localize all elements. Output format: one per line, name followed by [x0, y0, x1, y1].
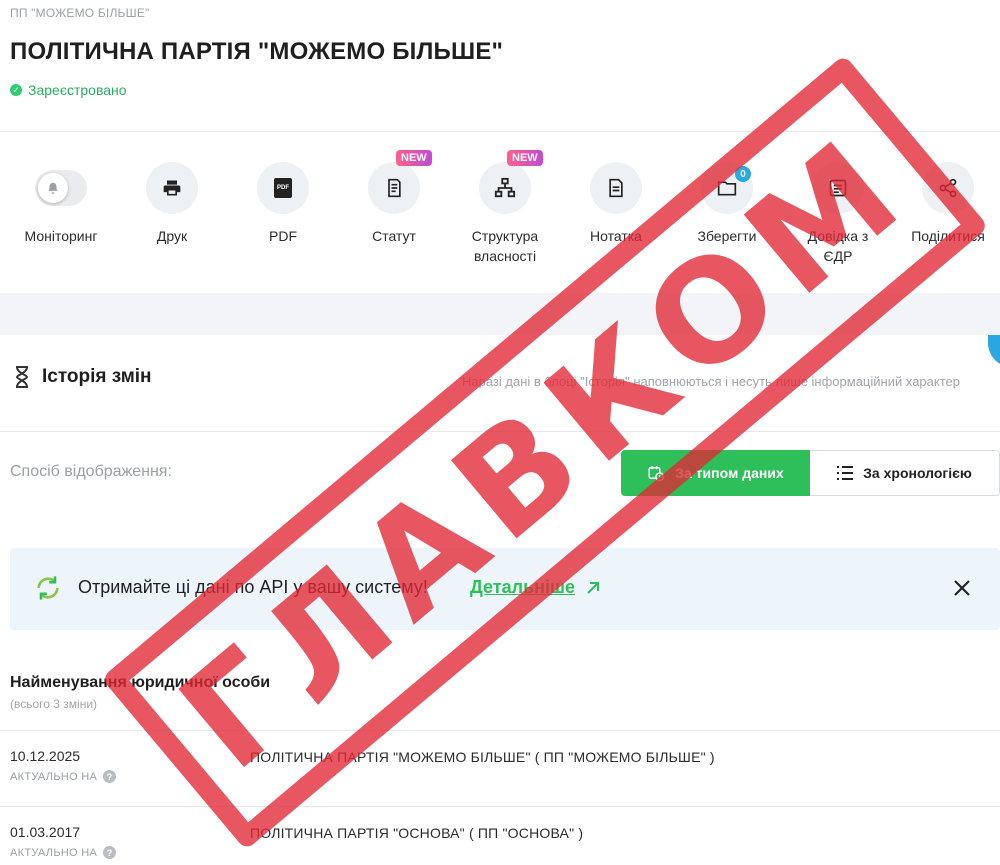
- calendar-clock-icon: [648, 466, 665, 482]
- page-title: ПОЛІТИЧНА ПАРТІЯ "МОЖЕМО БІЛЬШЕ": [10, 38, 504, 65]
- display-mode-switch: За типом даних За хронологією: [621, 450, 1000, 496]
- bell-icon: [38, 173, 68, 203]
- actual-on-label: АКТУАЛЬНО НА: [10, 770, 98, 783]
- action-label: Нотатка: [590, 228, 642, 244]
- save-button[interactable]: 0 Зберегти: [672, 162, 782, 246]
- share-button[interactable]: Поділитися: [893, 162, 1000, 246]
- pdf-icon: PDF: [257, 162, 309, 214]
- actual-on-label: АКТУАЛЬНО НА: [10, 846, 98, 859]
- pdf-button[interactable]: PDF PDF: [228, 162, 338, 246]
- monitoring-switch[interactable]: [35, 170, 87, 206]
- note-icon: [590, 162, 642, 214]
- new-badge: NEW: [507, 150, 543, 166]
- by-chronology-label: За хронологією: [863, 465, 972, 481]
- action-label: Поділитися: [911, 228, 985, 244]
- history-heading: Історія змін: [14, 366, 152, 388]
- print-button[interactable]: Друк: [117, 162, 227, 246]
- share-icon: [922, 162, 974, 214]
- row-meta: АКТУАЛЬНО НА ?: [10, 770, 117, 783]
- certificate-icon: [812, 162, 864, 214]
- help-widget-edge[interactable]: [988, 335, 1000, 367]
- section-separator: [0, 293, 1000, 335]
- help-icon[interactable]: ?: [103, 770, 117, 783]
- action-label: Довідка з ЄДР: [807, 228, 869, 264]
- by-data-type-label: За типом даних: [675, 465, 784, 481]
- divider: [0, 131, 1000, 132]
- divider: [0, 730, 1000, 731]
- api-details-label: Детальніше: [470, 577, 576, 597]
- check-circle-icon: ✓: [10, 84, 22, 96]
- action-label: Статут: [372, 228, 416, 244]
- list-icon: [837, 466, 854, 480]
- action-label: Зберегти: [697, 228, 757, 244]
- arrow-up-right-icon: [587, 581, 600, 594]
- history-title: Історія змін: [42, 366, 152, 387]
- status-text: Зареєстровано: [28, 82, 127, 98]
- status-badge: ✓ Зареєстровано: [10, 82, 127, 98]
- by-chronology-button[interactable]: За хронологією: [810, 450, 1000, 496]
- divider: [0, 431, 1000, 432]
- action-label: Друк: [156, 228, 188, 244]
- row-value: ПОЛІТИЧНА ПАРТІЯ "ОСНОВА" ( ПП "ОСНОВА" …: [250, 825, 584, 841]
- statute-button[interactable]: NEW Статут: [339, 150, 449, 246]
- api-details-link[interactable]: Детальніше: [470, 577, 601, 598]
- divider: [0, 806, 1000, 807]
- row-date: 10.12.2025: [10, 748, 81, 764]
- edr-certificate-button[interactable]: Довідка з ЄДР: [783, 162, 893, 266]
- action-label: Моніторинг: [24, 228, 98, 244]
- document-icon: [368, 162, 420, 214]
- by-data-type-button[interactable]: За типом даних: [621, 450, 810, 496]
- history-note: Наразі дані в блоці "Історія" наповнюють…: [462, 374, 960, 389]
- new-badge: NEW: [396, 150, 432, 166]
- hourglass-icon: [15, 366, 29, 388]
- printer-icon: [146, 162, 198, 214]
- note-button[interactable]: Нотатка: [561, 162, 671, 246]
- row-meta: АКТУАЛЬНО НА ?: [10, 846, 117, 859]
- short-name: ПП "МОЖЕМО БІЛЬШЕ": [10, 6, 150, 20]
- section-subtitle: (всього 3 зміни): [10, 697, 98, 711]
- section-title: Найменування юридичної особи: [10, 674, 271, 691]
- help-icon[interactable]: ?: [103, 846, 117, 859]
- row-date: 01.03.2017: [10, 824, 81, 840]
- row-value: ПОЛІТИЧНА ПАРТІЯ "МОЖЕМО БІЛЬШЕ" ( ПП "М…: [250, 749, 715, 765]
- org-structure-icon: [479, 162, 531, 214]
- sync-icon: [34, 574, 62, 607]
- action-label: Структура власності: [471, 228, 539, 264]
- display-mode-label: Спосіб відображення:: [10, 463, 172, 480]
- close-icon[interactable]: [950, 576, 974, 600]
- ownership-structure-button[interactable]: NEW Структура власності: [450, 150, 560, 266]
- saved-count-badge: 0: [735, 166, 751, 182]
- api-banner-text: Отримайте ці дані по API у вашу систему!: [78, 577, 428, 597]
- monitoring-toggle[interactable]: Моніторинг: [6, 162, 116, 246]
- action-label: PDF: [269, 228, 297, 244]
